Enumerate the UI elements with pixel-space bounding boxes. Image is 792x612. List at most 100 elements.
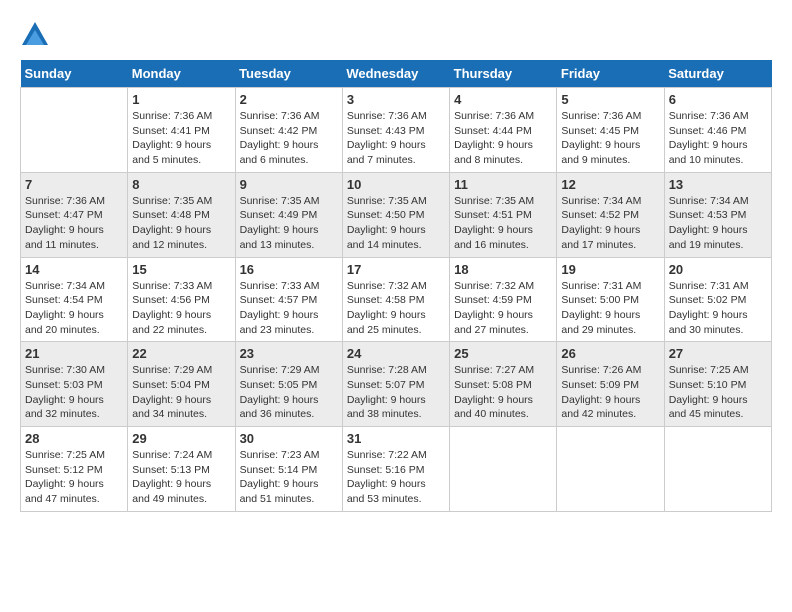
day-number: 3 — [347, 92, 445, 107]
calendar-cell: 6 Sunrise: 7:36 AM Sunset: 4:46 PM Daylig… — [664, 88, 771, 173]
day-number: 29 — [132, 431, 230, 446]
day-info: Sunrise: 7:29 AM Sunset: 5:05 PM Dayligh… — [240, 363, 338, 422]
day-info: Sunrise: 7:35 AM Sunset: 4:49 PM Dayligh… — [240, 194, 338, 253]
day-number: 19 — [561, 262, 659, 277]
day-number: 24 — [347, 346, 445, 361]
calendar-cell: 13Sunrise: 7:34 AM Sunset: 4:53 PM Dayli… — [664, 172, 771, 257]
calendar-cell: 29 Sunrise: 7:24 AM Sunset: 5:13 PM Dayli… — [128, 427, 235, 512]
day-number: 7 — [25, 177, 123, 192]
calendar-cell: 17 Sunrise: 7:32 AM Sunset: 4:58 PM Dayli… — [342, 257, 449, 342]
calendar-cell: 20 Sunrise: 7:31 AM Sunset: 5:02 PM Dayli… — [664, 257, 771, 342]
day-number: 31 — [347, 431, 445, 446]
calendar-cell: 7Sunrise: 7:36 AM Sunset: 4:47 PM Daylig… — [21, 172, 128, 257]
logo-icon — [20, 20, 50, 50]
calendar-cell: 2 Sunrise: 7:36 AM Sunset: 4:42 PM Daylig… — [235, 88, 342, 173]
calendar-cell: 27 Sunrise: 7:25 AM Sunset: 5:10 PM Dayli… — [664, 342, 771, 427]
day-number: 1 — [132, 92, 230, 107]
day-number: 27 — [669, 346, 767, 361]
calendar-header-thursday: Thursday — [450, 60, 557, 88]
day-number: 17 — [347, 262, 445, 277]
day-number: 15 — [132, 262, 230, 277]
calendar-week-row: 1 Sunrise: 7:36 AM Sunset: 4:41 PM Daylig… — [21, 88, 772, 173]
day-number: 2 — [240, 92, 338, 107]
calendar-cell: 31 Sunrise: 7:22 AM Sunset: 5:16 PM Dayli… — [342, 427, 449, 512]
calendar-header-friday: Friday — [557, 60, 664, 88]
calendar-cell: 16Sunrise: 7:33 AM Sunset: 4:57 PM Dayli… — [235, 257, 342, 342]
calendar-header-row: SundayMondayTuesdayWednesdayThursdayFrid… — [21, 60, 772, 88]
day-info: Sunrise: 7:34 AM Sunset: 4:52 PM Dayligh… — [561, 194, 659, 253]
day-number: 9 — [240, 177, 338, 192]
calendar-cell: 19 Sunrise: 7:31 AM Sunset: 5:00 PM Dayli… — [557, 257, 664, 342]
calendar-header-saturday: Saturday — [664, 60, 771, 88]
calendar-week-row: 14 Sunrise: 7:34 AM Sunset: 4:54 PM Dayli… — [21, 257, 772, 342]
calendar-cell: 10 Sunrise: 7:35 AM Sunset: 4:50 PM Dayli… — [342, 172, 449, 257]
day-info: Sunrise: 7:32 AM Sunset: 4:58 PM Dayligh… — [347, 279, 445, 338]
calendar-cell: 3 Sunrise: 7:36 AM Sunset: 4:43 PM Daylig… — [342, 88, 449, 173]
day-number: 8 — [132, 177, 230, 192]
day-number: 26 — [561, 346, 659, 361]
calendar-cell: 14 Sunrise: 7:34 AM Sunset: 4:54 PM Dayli… — [21, 257, 128, 342]
calendar-cell: 25 Sunrise: 7:27 AM Sunset: 5:08 PM Dayli… — [450, 342, 557, 427]
calendar-cell: 21 Sunrise: 7:30 AM Sunset: 5:03 PM Dayli… — [21, 342, 128, 427]
day-info: Sunrise: 7:24 AM Sunset: 5:13 PM Dayligh… — [132, 448, 230, 507]
calendar-header-tuesday: Tuesday — [235, 60, 342, 88]
calendar-cell: 23Sunrise: 7:29 AM Sunset: 5:05 PM Dayli… — [235, 342, 342, 427]
day-info: Sunrise: 7:36 AM Sunset: 4:43 PM Dayligh… — [347, 109, 445, 168]
day-info: Sunrise: 7:23 AM Sunset: 5:14 PM Dayligh… — [240, 448, 338, 507]
day-info: Sunrise: 7:36 AM Sunset: 4:42 PM Dayligh… — [240, 109, 338, 168]
calendar-cell: 9 Sunrise: 7:35 AM Sunset: 4:49 PM Daylig… — [235, 172, 342, 257]
day-info: Sunrise: 7:36 AM Sunset: 4:44 PM Dayligh… — [454, 109, 552, 168]
day-info: Sunrise: 7:35 AM Sunset: 4:48 PM Dayligh… — [132, 194, 230, 253]
day-info: Sunrise: 7:36 AM Sunset: 4:41 PM Dayligh… — [132, 109, 230, 168]
calendar-cell: 8 Sunrise: 7:35 AM Sunset: 4:48 PM Daylig… — [128, 172, 235, 257]
day-number: 14 — [25, 262, 123, 277]
calendar-header-wednesday: Wednesday — [342, 60, 449, 88]
calendar-cell — [664, 427, 771, 512]
calendar-cell: 26 Sunrise: 7:26 AM Sunset: 5:09 PM Dayli… — [557, 342, 664, 427]
day-info: Sunrise: 7:31 AM Sunset: 5:00 PM Dayligh… — [561, 279, 659, 338]
day-info: Sunrise: 7:36 AM Sunset: 4:46 PM Dayligh… — [669, 109, 767, 168]
page-header — [20, 20, 772, 50]
calendar-cell: 15 Sunrise: 7:33 AM Sunset: 4:56 PM Dayli… — [128, 257, 235, 342]
calendar-cell: 11 Sunrise: 7:35 AM Sunset: 4:51 PM Dayli… — [450, 172, 557, 257]
day-number: 30 — [240, 431, 338, 446]
day-info: Sunrise: 7:36 AM Sunset: 4:45 PM Dayligh… — [561, 109, 659, 168]
calendar-cell: 5Sunrise: 7:36 AM Sunset: 4:45 PM Daylig… — [557, 88, 664, 173]
day-number: 25 — [454, 346, 552, 361]
calendar-cell: 4 Sunrise: 7:36 AM Sunset: 4:44 PM Daylig… — [450, 88, 557, 173]
calendar-cell — [557, 427, 664, 512]
calendar-cell: 1 Sunrise: 7:36 AM Sunset: 4:41 PM Daylig… — [128, 88, 235, 173]
calendar-header-sunday: Sunday — [21, 60, 128, 88]
calendar-cell: 12 Sunrise: 7:34 AM Sunset: 4:52 PM Dayli… — [557, 172, 664, 257]
day-number: 21 — [25, 346, 123, 361]
day-info: Sunrise: 7:27 AM Sunset: 5:08 PM Dayligh… — [454, 363, 552, 422]
day-info: Sunrise: 7:33 AM Sunset: 4:56 PM Dayligh… — [132, 279, 230, 338]
day-number: 6 — [669, 92, 767, 107]
day-number: 11 — [454, 177, 552, 192]
day-info: Sunrise: 7:22 AM Sunset: 5:16 PM Dayligh… — [347, 448, 445, 507]
day-info: Sunrise: 7:29 AM Sunset: 5:04 PM Dayligh… — [132, 363, 230, 422]
day-number: 12 — [561, 177, 659, 192]
day-info: Sunrise: 7:25 AM Sunset: 5:10 PM Dayligh… — [669, 363, 767, 422]
day-info: Sunrise: 7:34 AM Sunset: 4:54 PM Dayligh… — [25, 279, 123, 338]
day-number: 4 — [454, 92, 552, 107]
day-info: Sunrise: 7:35 AM Sunset: 4:50 PM Dayligh… — [347, 194, 445, 253]
day-number: 10 — [347, 177, 445, 192]
calendar-table: SundayMondayTuesdayWednesdayThursdayFrid… — [20, 60, 772, 512]
day-info: Sunrise: 7:33 AM Sunset: 4:57 PM Dayligh… — [240, 279, 338, 338]
day-info: Sunrise: 7:26 AM Sunset: 5:09 PM Dayligh… — [561, 363, 659, 422]
day-number: 28 — [25, 431, 123, 446]
calendar-week-row: 28Sunrise: 7:25 AM Sunset: 5:12 PM Dayli… — [21, 427, 772, 512]
day-number: 20 — [669, 262, 767, 277]
day-info: Sunrise: 7:30 AM Sunset: 5:03 PM Dayligh… — [25, 363, 123, 422]
calendar-body: 1 Sunrise: 7:36 AM Sunset: 4:41 PM Daylig… — [21, 88, 772, 512]
day-number: 13 — [669, 177, 767, 192]
calendar-cell: 28Sunrise: 7:25 AM Sunset: 5:12 PM Dayli… — [21, 427, 128, 512]
day-info: Sunrise: 7:31 AM Sunset: 5:02 PM Dayligh… — [669, 279, 767, 338]
day-number: 22 — [132, 346, 230, 361]
calendar-header-monday: Monday — [128, 60, 235, 88]
day-number: 18 — [454, 262, 552, 277]
calendar-cell: 18Sunrise: 7:32 AM Sunset: 4:59 PM Dayli… — [450, 257, 557, 342]
day-info: Sunrise: 7:35 AM Sunset: 4:51 PM Dayligh… — [454, 194, 552, 253]
calendar-cell: 24Sunrise: 7:28 AM Sunset: 5:07 PM Dayli… — [342, 342, 449, 427]
